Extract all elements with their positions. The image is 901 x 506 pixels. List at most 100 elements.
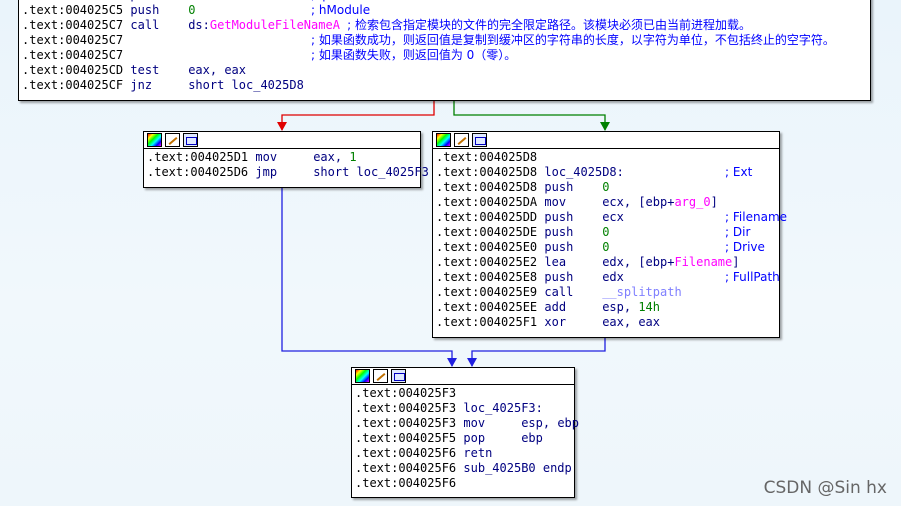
disasm-line[interactable]: .text:004025F6 retn <box>355 446 571 461</box>
line-mnemonic: push <box>130 0 159 2</box>
code-block-left[interactable]: .text:004025D1 mov eax, 1 .text:004025D6 … <box>143 131 429 188</box>
line-address: .text:004025F3 <box>355 416 457 430</box>
line-mnemonic: push <box>544 225 574 239</box>
line-mnemonic: push <box>544 240 574 254</box>
line-operand: short loc_4025F3 <box>313 165 429 179</box>
edge-jump-left <box>281 188 453 366</box>
code-lines-left: .text:004025D1 mov eax, 1 .text:004025D6 … <box>144 149 429 181</box>
code-block-top[interactable]: .text:004025C4 push eax ; lpFilename.tex… <box>18 0 871 101</box>
line-mnemonic: test <box>130 63 160 77</box>
line-operand: ecx <box>602 210 624 224</box>
disasm-line[interactable]: .text:004025CF jnz short loc_4025D8 <box>22 78 867 93</box>
line-operand-end: ] <box>710 195 718 209</box>
line-address: .text:004025E9 <box>436 285 538 299</box>
disasm-line[interactable]: .text:004025F5 pop ebp <box>355 431 571 446</box>
line-address: .text:004025D8 <box>436 150 538 164</box>
disasm-line[interactable]: .text:004025C7 ; 如果函数失败，则返回值为 0（零）。 <box>22 48 867 63</box>
line-address: .text:004025C7 <box>22 33 124 47</box>
edge-true-branch <box>453 101 606 130</box>
disasm-line[interactable]: .text:004025EE add esp, 14h <box>436 300 776 315</box>
line-comment: ; Dir <box>725 225 751 239</box>
line-operand: eax <box>188 0 210 2</box>
edit-pencil-icon[interactable] <box>373 369 388 383</box>
disasm-line[interactable]: .text:004025CD test eax, eax <box>22 63 867 78</box>
graph-view-icon[interactable] <box>183 133 198 147</box>
disasm-line[interactable]: .text:004025DD push ecx ; Filename <box>436 210 787 225</box>
line-operand-number: 0 <box>188 3 196 17</box>
line-operand-number: 0 <box>602 240 610 254</box>
line-address: .text:004025CD <box>22 63 124 77</box>
line-address: .text:004025C5 <box>22 3 124 17</box>
edge-jump-left-arrow <box>447 358 457 367</box>
disasm-line[interactable]: .text:004025E2 lea edx, [ebp+Filename] <box>436 255 776 270</box>
code-lines-right: .text:004025D8 .text:004025D8 loc_4025D8:… <box>433 149 787 331</box>
graph-view-icon[interactable] <box>391 369 406 383</box>
line-operand: eax, eax <box>188 63 246 77</box>
disasm-line[interactable]: .text:004025F3 loc_4025F3: <box>355 401 571 416</box>
line-address: .text:004025EE <box>436 300 538 314</box>
block-toolbar-right <box>433 132 779 149</box>
code-lines-top: .text:004025C4 push eax ; lpFilename.tex… <box>19 0 870 94</box>
disasm-line[interactable]: .text:004025DE push 0 ; Dir <box>436 225 776 240</box>
color-palette-icon[interactable] <box>147 133 162 147</box>
disasm-line[interactable]: .text:004025F3 <box>355 386 571 401</box>
color-palette-icon[interactable] <box>355 369 370 383</box>
code-lines-bottom: .text:004025F3 .text:004025F3 loc_4025F3:… <box>352 385 579 492</box>
disasm-line[interactable]: .text:004025F1 xor eax, eax <box>436 315 776 330</box>
line-address: .text:004025DA <box>436 195 538 209</box>
disasm-line[interactable]: .text:004025F6 <box>355 476 571 491</box>
line-mnemonic: call <box>130 18 160 32</box>
line-comment: ; lpFilename <box>311 0 384 2</box>
line-comment: ; 检索包含指定模块的文件的完全限定路径。该模块必须已由当前进程加载。 <box>347 18 752 32</box>
watermark: CSDN @Sin hx <box>763 478 887 498</box>
edge-jump-right <box>471 338 606 366</box>
line-address: .text:004025F6 <box>355 476 457 490</box>
disasm-line[interactable]: .text:004025D1 mov eax, 1 <box>147 150 417 165</box>
disasm-line[interactable]: .text:004025D8 <box>436 150 776 165</box>
disasm-line[interactable]: .text:004025D6 jmp short loc_4025F3 <box>147 165 429 180</box>
line-address: .text:004025D8 <box>436 165 538 179</box>
disasm-line[interactable]: .text:004025C5 push 0 ; hModule <box>22 3 867 18</box>
line-address: .text:004025DD <box>436 210 538 224</box>
disasm-line[interactable]: .text:004025E8 push edx ; FullPath <box>436 270 780 285</box>
color-palette-icon[interactable] <box>436 133 451 147</box>
line-mnemonic: add <box>544 300 567 314</box>
line-operand-function: GetModuleFileNameA <box>209 18 340 32</box>
line-address: .text:004025E2 <box>436 255 538 269</box>
disasm-line[interactable]: .text:004025D8 loc_4025D8: ; Ext <box>436 165 776 180</box>
line-address: .text:004025E0 <box>436 240 538 254</box>
line-address: .text:004025F5 <box>355 431 457 445</box>
line-comment: ; Drive <box>725 240 765 254</box>
line-comment: ; 如果函数失败，则返回值为 0（零）。 <box>311 48 517 62</box>
disasm-line[interactable]: .text:004025C7 ; 如果函数成功，则返回值是复制到缓冲区的字符串的… <box>22 33 867 48</box>
disasm-line[interactable]: .text:004025C7 call ds:GetModuleFileName… <box>22 18 867 33</box>
edit-pencil-icon[interactable] <box>454 133 469 147</box>
disasm-line[interactable]: .text:004025F6 sub_4025B0 endp <box>355 461 572 476</box>
block-toolbar-bottom <box>352 368 574 385</box>
disasm-line[interactable]: .text:004025E9 call __splitpath <box>436 285 776 300</box>
disasm-line[interactable]: .text:004025E0 push 0 ; Drive <box>436 240 776 255</box>
line-operand: ebp <box>521 431 543 445</box>
line-operand-libfunc: __splitpath <box>602 285 682 299</box>
graph-view-icon[interactable] <box>472 133 487 147</box>
line-comment: ; FullPath <box>725 270 780 284</box>
line-label: loc_4025D8: <box>544 165 624 179</box>
line-address: .text:004025D6 <box>147 165 249 179</box>
edge-false-arrow <box>277 122 287 131</box>
line-address: .text:004025F1 <box>436 315 538 329</box>
edge-jump-right-arrow <box>467 358 477 367</box>
code-block-bottom[interactable]: .text:004025F3 .text:004025F3 loc_4025F3:… <box>351 367 579 498</box>
line-mnemonic: push <box>544 210 574 224</box>
line-address: .text:004025E8 <box>436 270 538 284</box>
code-block-right[interactable]: .text:004025D8 .text:004025D8 loc_4025D8:… <box>432 131 787 338</box>
line-operand-number: 0 <box>602 225 610 239</box>
line-address: .text:004025F3 <box>355 401 457 415</box>
disasm-line[interactable]: .text:004025D8 push 0 <box>436 180 776 195</box>
edit-pencil-icon[interactable] <box>165 133 180 147</box>
line-operand-var: Filename <box>674 255 733 269</box>
line-label: loc_4025F3: <box>463 401 543 415</box>
line-mnemonic: push <box>130 3 160 17</box>
disasm-line[interactable]: .text:004025DA mov ecx, [ebp+arg_0] <box>436 195 776 210</box>
line-address: .text:004025D8 <box>436 180 538 194</box>
disasm-line[interactable]: .text:004025F3 mov esp, ebp <box>355 416 579 431</box>
